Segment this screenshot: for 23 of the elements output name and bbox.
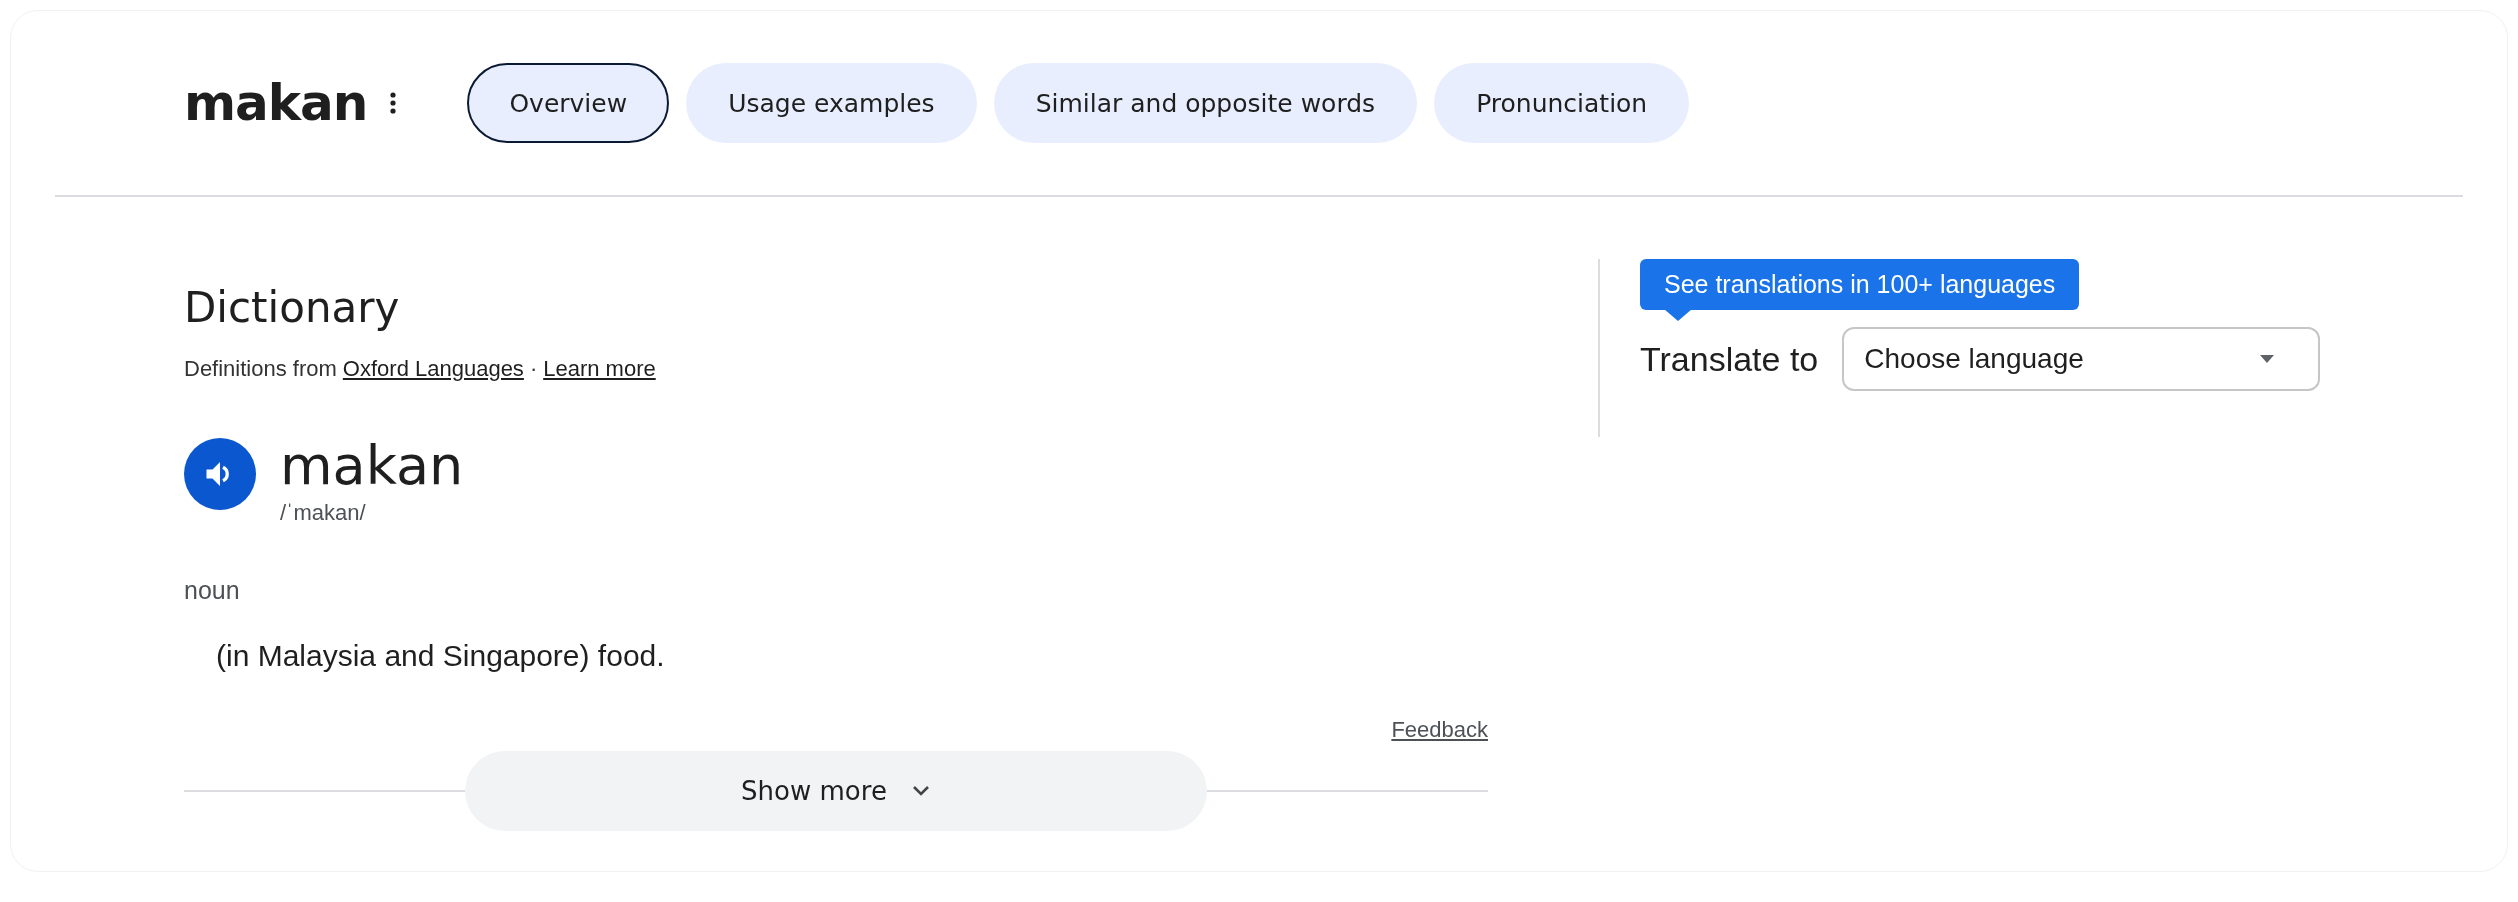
- more-options-icon[interactable]: [389, 91, 398, 115]
- language-dropdown[interactable]: Choose language: [1842, 327, 2321, 391]
- translate-label: Translate to: [1640, 339, 1819, 379]
- headword: makan: [280, 436, 464, 496]
- phonetic-text: /ˈmakan/: [280, 500, 367, 526]
- tab[interactable]: Similar and opposite words: [993, 63, 1418, 143]
- tab[interactable]: Pronunciation: [1434, 63, 1690, 143]
- definition-text: (in Malaysia and Singapore) food.: [216, 639, 666, 673]
- part-of-speech: noun: [184, 576, 241, 605]
- tab[interactable]: Usage examples: [686, 63, 977, 143]
- separator-dot: ·: [529, 356, 538, 382]
- tooltip: See translations in 100+ languages: [1640, 259, 2080, 321]
- show-more-button[interactable]: Show more: [465, 751, 1207, 831]
- source-link[interactable]: Oxford Languages: [342, 356, 524, 382]
- tooltip-pointer-icon: [1664, 309, 1692, 321]
- page-title: makan: [184, 74, 368, 132]
- source-text: Definitions from: [184, 356, 337, 382]
- feedback-link[interactable]: Feedback: [1391, 717, 1488, 743]
- section-heading: Dictionary: [184, 283, 401, 332]
- chevron-down-icon: [910, 785, 931, 797]
- dropdown-arrow-icon: [2260, 355, 2275, 363]
- tab[interactable]: Overview: [467, 63, 670, 143]
- learn-more-link[interactable]: Learn more: [543, 356, 656, 382]
